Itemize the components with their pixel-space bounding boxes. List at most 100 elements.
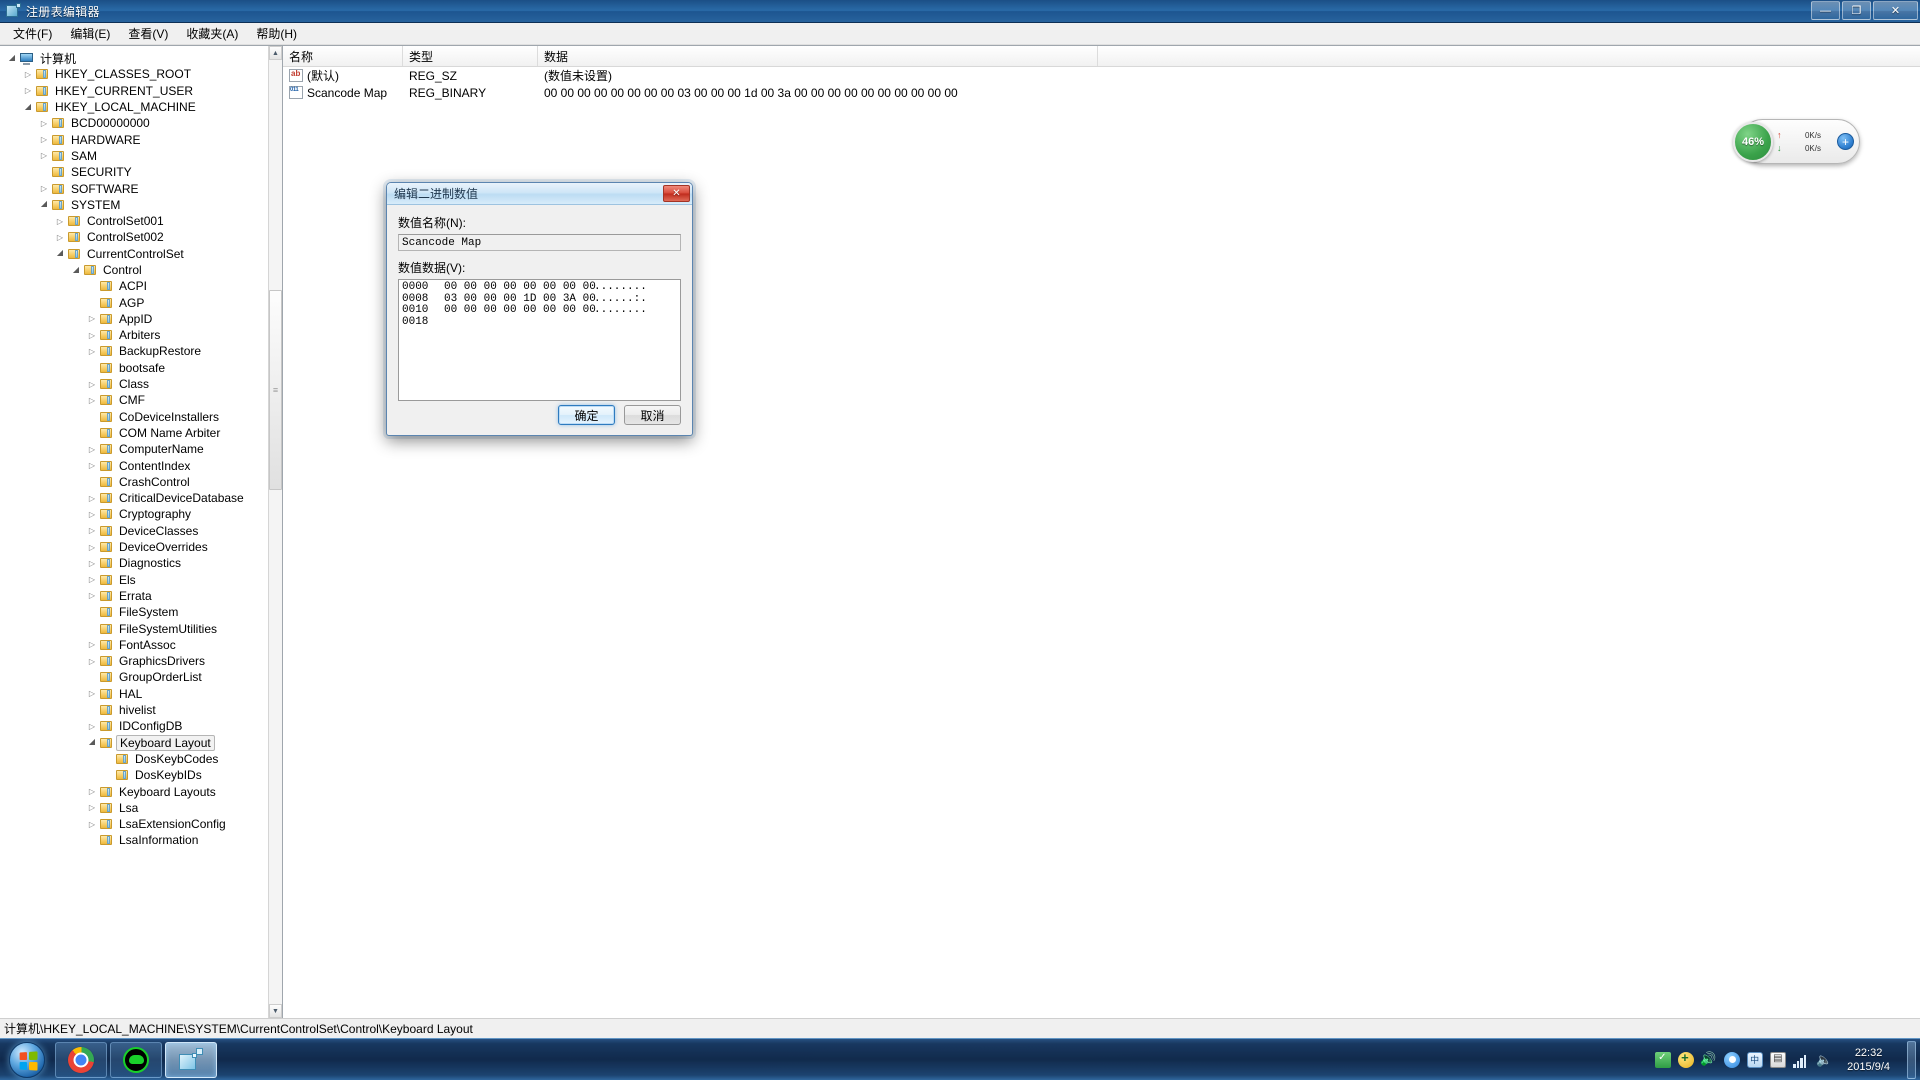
tree-node[interactable]: SYSTEM (6, 197, 268, 213)
scroll-track[interactable] (269, 60, 282, 1004)
tree-node[interactable]: Lsa (6, 800, 268, 816)
menu-view[interactable]: 查看(V) (119, 23, 177, 44)
tree-node[interactable]: CoDeviceInstallers (6, 409, 268, 425)
tree-node[interactable]: ContentIndex (6, 457, 268, 473)
tree-node[interactable]: CriticalDeviceDatabase (6, 490, 268, 506)
tree-node[interactable]: CMF (6, 392, 268, 408)
tree-node[interactable]: hivelist (6, 702, 268, 718)
tree-node[interactable]: Els (6, 572, 268, 588)
column-header-name[interactable]: 名称 (283, 46, 403, 66)
signal-bars-icon[interactable] (1793, 1052, 1809, 1068)
chevron-right-icon[interactable] (38, 183, 50, 195)
chevron-right-icon[interactable] (86, 688, 98, 700)
taskbar-clock[interactable]: 22:32 2015/9/4 (1839, 1046, 1898, 1074)
tree-node[interactable]: SAM (6, 148, 268, 164)
chevron-right-icon[interactable] (86, 655, 98, 667)
minimize-button[interactable]: — (1811, 1, 1840, 20)
chevron-right-icon[interactable] (54, 215, 66, 227)
chevron-right-icon[interactable] (22, 68, 34, 80)
blue-circle-icon[interactable] (1724, 1051, 1741, 1068)
value-row[interactable]: Scancode Map REG_BINARY 00 00 00 00 00 00 … (283, 84, 1920, 101)
tree-node[interactable]: AGP (6, 294, 268, 310)
chevron-right-icon[interactable] (86, 639, 98, 651)
column-header-extra[interactable] (1098, 46, 1920, 66)
tree-node[interactable]: DosKeybIDs (6, 767, 268, 783)
network-monitor-widget[interactable]: 46% ↑ 0K/s ↓ 0K/s + (1733, 119, 1860, 164)
cancel-button[interactable]: 取消 (624, 405, 681, 425)
tree-node[interactable]: FileSystem (6, 604, 268, 620)
chevron-down-icon[interactable] (86, 737, 98, 749)
close-button[interactable]: ✕ (1873, 1, 1918, 20)
tree-scrollbar[interactable]: ▲ ▼ (268, 46, 282, 1018)
registry-tree-pane[interactable]: 计算机HKEY_CLASSES_ROOTHKEY_CURRENT_USER HKE… (0, 46, 283, 1018)
tree-node[interactable]: HARDWARE (6, 131, 268, 147)
tree-node[interactable]: Cryptography (6, 506, 268, 522)
tree-node[interactable]: GroupOrderList (6, 669, 268, 685)
tree-node[interactable]: FileSystemUtilities (6, 620, 268, 636)
tree-node[interactable]: AppID (6, 311, 268, 327)
tree-node[interactable]: Class (6, 376, 268, 392)
tree-node[interactable]: bootsafe (6, 360, 268, 376)
scroll-thumb[interactable] (269, 290, 282, 490)
maximize-button[interactable]: ❐ (1842, 1, 1871, 20)
chevron-right-icon[interactable] (86, 818, 98, 830)
chevron-down-icon[interactable] (6, 52, 18, 64)
chevron-right-icon[interactable] (86, 443, 98, 455)
tree-node[interactable]: 计算机 (6, 50, 268, 66)
chevron-right-icon[interactable] (86, 720, 98, 732)
menu-file[interactable]: 文件(F) (4, 23, 61, 44)
chevron-right-icon[interactable] (86, 378, 98, 390)
registry-tree[interactable]: 计算机HKEY_CLASSES_ROOTHKEY_CURRENT_USER HKE… (0, 46, 268, 1018)
chevron-right-icon[interactable] (54, 231, 66, 243)
chevron-right-icon[interactable] (86, 492, 98, 504)
tree-node[interactable]: BackupRestore (6, 343, 268, 359)
chevron-right-icon[interactable] (86, 786, 98, 798)
column-header-data[interactable]: 数据 (538, 46, 1098, 66)
tree-node[interactable]: Keyboard Layout (6, 734, 268, 751)
tree-node[interactable]: FontAssoc (6, 637, 268, 653)
values-list[interactable]: (默认) REG_SZ (数值未设置) Scancode Map REG_BINARY 0… (283, 67, 1920, 101)
expand-widget-button[interactable]: + (1837, 133, 1854, 150)
chevron-right-icon[interactable] (38, 117, 50, 129)
tree-node[interactable]: LsaInformation (6, 832, 268, 848)
tree-node[interactable]: DeviceClasses (6, 523, 268, 539)
chevron-down-icon[interactable] (54, 248, 66, 260)
tree-node[interactable]: SECURITY (6, 164, 268, 180)
chevron-down-icon[interactable] (70, 264, 82, 276)
show-desktop-button[interactable] (1907, 1040, 1916, 1079)
chevron-down-icon[interactable] (38, 199, 50, 211)
chevron-right-icon[interactable] (86, 802, 98, 814)
tree-node[interactable]: HKEY_CURRENT_USER (6, 83, 268, 99)
hex-editor[interactable]: 0000 00 00 00 00 00 00 00 00........ 0008 0… (398, 279, 681, 401)
value-row[interactable]: (默认) REG_SZ (数值未设置) (283, 67, 1920, 84)
tree-node[interactable]: ControlSet001 (6, 213, 268, 229)
chevron-right-icon[interactable] (86, 345, 98, 357)
tree-node[interactable]: GraphicsDrivers (6, 653, 268, 669)
volume-icon[interactable] (1816, 1052, 1832, 1068)
tree-node[interactable]: ACPI (6, 278, 268, 294)
plus-circle-icon[interactable] (1678, 1050, 1695, 1068)
value-name-input[interactable]: Scancode Map (398, 234, 681, 251)
tree-node[interactable]: Errata (6, 588, 268, 604)
tree-node[interactable]: ControlSet002 (6, 229, 268, 245)
tree-node[interactable]: Diagnostics (6, 555, 268, 571)
dialog-close-button[interactable]: ✕ (663, 185, 690, 202)
tree-node[interactable]: SOFTWARE (6, 180, 268, 196)
tree-node[interactable]: BCD00000000 (6, 115, 268, 131)
taskbar-cloud-app[interactable] (110, 1041, 162, 1078)
chevron-right-icon[interactable] (86, 590, 98, 602)
tree-node[interactable]: DeviceOverrides (6, 539, 268, 555)
menu-edit[interactable]: 编辑(E) (61, 23, 119, 44)
chevron-right-icon[interactable] (86, 557, 98, 569)
start-button[interactable] (2, 1041, 52, 1079)
chevron-right-icon[interactable] (86, 460, 98, 472)
speaker-red-icon[interactable] (1701, 1052, 1717, 1068)
ime-icon[interactable] (1747, 1051, 1764, 1068)
tree-node[interactable]: CurrentControlSet (6, 246, 268, 262)
chevron-right-icon[interactable] (38, 150, 50, 162)
column-header-type[interactable]: 类型 (403, 46, 538, 66)
scroll-up-button[interactable]: ▲ (269, 46, 282, 60)
tree-node[interactable]: Arbiters (6, 327, 268, 343)
chevron-right-icon[interactable] (22, 85, 34, 97)
chevron-right-icon[interactable] (86, 313, 98, 325)
